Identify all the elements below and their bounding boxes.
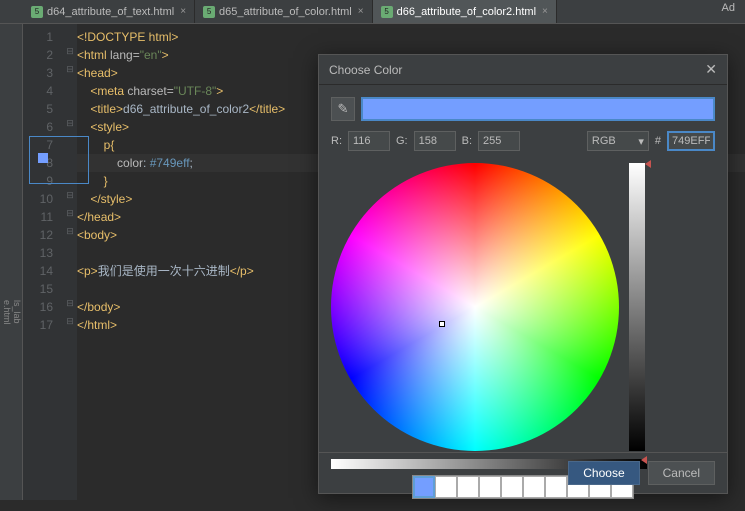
palette-cell[interactable] — [523, 476, 545, 498]
tab-label: d66_attribute_of_color2.html — [397, 6, 536, 18]
html-icon: 5 — [203, 6, 215, 18]
palette-cell[interactable] — [435, 476, 457, 498]
line-gutter: 1234567891011121314151617 — [23, 24, 63, 500]
close-icon[interactable]: × — [358, 6, 364, 17]
dialog-title: Choose Color — [329, 63, 402, 77]
tab-d64[interactable]: 5 d64_attribute_of_text.html × — [23, 0, 195, 23]
menu-hint: Ad — [722, 2, 735, 14]
sidebar-item-2[interactable]: e.html — [2, 292, 12, 333]
tab-label: d65_attribute_of_color.html — [219, 6, 352, 18]
tab-d65[interactable]: 5 d65_attribute_of_color.html × — [195, 0, 373, 23]
g-input[interactable] — [414, 131, 456, 151]
sidebar-item-1[interactable]: ls_lab — [12, 292, 22, 332]
brightness-slider[interactable] — [629, 163, 645, 451]
palette-cell[interactable] — [501, 476, 523, 498]
fold-gutter: ⊟⊟⊟⊟⊟⊟⊟⊟ — [63, 24, 77, 500]
b-input[interactable] — [478, 131, 520, 151]
close-icon[interactable]: × — [542, 6, 548, 17]
choose-button[interactable]: Choose — [568, 461, 639, 485]
editor-tabs: 5 d64_attribute_of_text.html × 5 d65_attrib… — [0, 0, 745, 24]
brightness-marker[interactable] — [645, 160, 651, 168]
tab-d66[interactable]: 5 d66_attribute_of_color2.html × — [373, 0, 557, 23]
palette-cell[interactable] — [479, 476, 501, 498]
color-swatch-icon[interactable] — [38, 153, 48, 163]
wheel-marker[interactable] — [439, 321, 445, 327]
chevron-down-icon: ▾ — [638, 135, 644, 148]
tab-label: d64_attribute_of_text.html — [47, 6, 174, 18]
eyedropper-button[interactable]: ✎ — [331, 97, 355, 121]
r-input[interactable] — [348, 131, 390, 151]
html-icon: 5 — [381, 6, 393, 18]
close-icon[interactable]: ✕ — [705, 61, 717, 78]
close-icon[interactable]: × — [180, 6, 186, 17]
dialog-titlebar: Choose Color ✕ — [319, 55, 727, 85]
color-wheel[interactable] — [331, 163, 619, 451]
g-label: G: — [396, 135, 408, 147]
cancel-button[interactable]: Cancel — [648, 461, 715, 485]
hex-input[interactable] — [667, 131, 715, 151]
palette-cell[interactable] — [545, 476, 567, 498]
html-icon: 5 — [31, 6, 43, 18]
tool-sidebar: ls_lab e.html — [0, 24, 23, 500]
b-label: B: — [462, 135, 472, 147]
palette-cell[interactable] — [413, 476, 435, 498]
color-mode-select[interactable]: RGB▾ — [587, 131, 649, 151]
hash-label: # — [655, 135, 661, 147]
palette-cell[interactable] — [457, 476, 479, 498]
color-picker-dialog: Choose Color ✕ ✎ R: G: B: RGB▾ # — [318, 54, 728, 494]
r-label: R: — [331, 135, 342, 147]
divider — [319, 452, 727, 453]
color-preview — [361, 97, 715, 121]
